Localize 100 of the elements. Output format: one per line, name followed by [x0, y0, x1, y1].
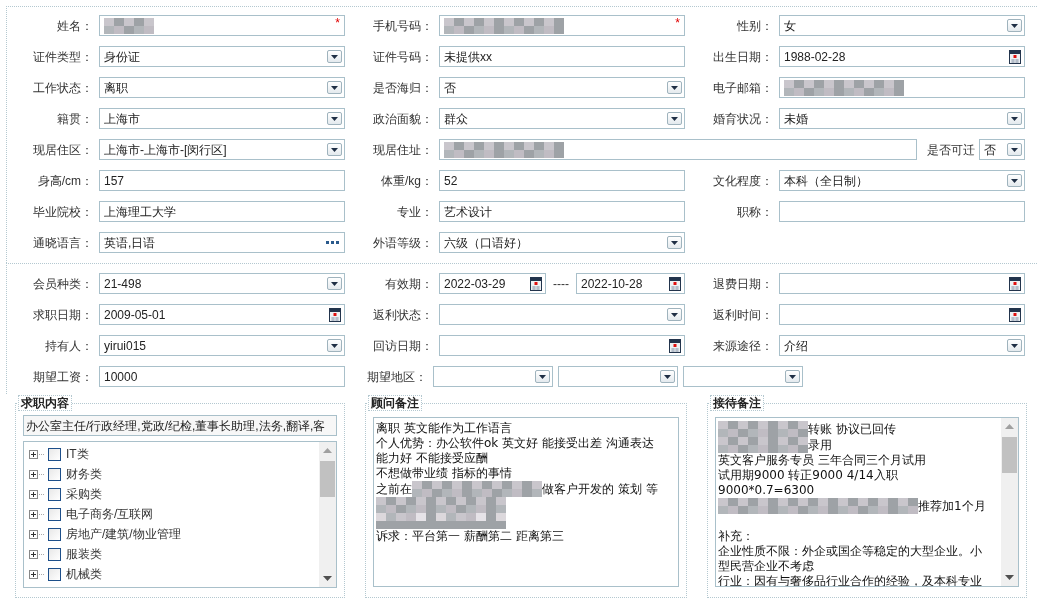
checkbox[interactable]: [48, 527, 61, 541]
dropdown-button[interactable]: [327, 50, 342, 63]
expand-icon[interactable]: [29, 529, 44, 539]
dropdown-button[interactable]: [327, 339, 342, 352]
select-field[interactable]: [439, 304, 685, 325]
select-field[interactable]: 离职: [99, 77, 345, 98]
text-field[interactable]: 未提供xx: [439, 46, 685, 67]
note-text: 不想做带业绩 指标的事情: [376, 466, 512, 481]
date-field[interactable]: [439, 335, 685, 356]
checkbox[interactable]: [48, 487, 61, 501]
scroll-down-icon[interactable]: [1005, 575, 1014, 580]
text-field[interactable]: *: [439, 15, 685, 36]
select-field[interactable]: 未婚: [779, 108, 1025, 129]
date-field[interactable]: 2022-03-29: [439, 273, 546, 294]
tree-item-label[interactable]: 采购类: [66, 485, 102, 503]
calendar-icon[interactable]: [669, 276, 681, 291]
note-text: 个人优势：办公软件ok 英文好 能接受出差 沟通表达: [376, 436, 654, 451]
checkbox[interactable]: [48, 467, 61, 481]
select-field[interactable]: 女: [779, 15, 1025, 36]
dropdown-button[interactable]: [1007, 112, 1022, 125]
date-field[interactable]: 2009-05-01: [99, 304, 345, 325]
notes-textarea[interactable]: 离职 英文能作为工作语言 个人优势：办公软件ok 英文好 能接受出差 沟通表达 能力好 不能接受应酬 不想做带业绩 指标的事情 之前在 做客户开发的 策划 等 诉求：平台第一 薪酬第二 距离第三: [373, 417, 679, 587]
text-field[interactable]: 上海理工大学: [99, 201, 345, 222]
scrollbar[interactable]: [1001, 418, 1018, 586]
expand-icon[interactable]: [29, 449, 44, 459]
select-field[interactable]: 21-498: [99, 273, 345, 294]
date-field[interactable]: [779, 273, 1025, 294]
scroll-thumb[interactable]: [320, 461, 335, 497]
scrollbar[interactable]: [319, 442, 336, 587]
checkbox[interactable]: [48, 547, 61, 561]
select-field[interactable]: 身份证: [99, 46, 345, 67]
select-field[interactable]: 否: [439, 77, 685, 98]
dropdown-button[interactable]: [1007, 174, 1022, 187]
dropdown-button[interactable]: [535, 370, 550, 383]
text-field[interactable]: [779, 201, 1025, 222]
dropdown-button[interactable]: [1007, 19, 1022, 32]
dropdown-button[interactable]: [327, 143, 342, 156]
field-label: 毕业院校：: [32, 203, 94, 221]
checkbox[interactable]: [48, 567, 61, 581]
dropdown-button[interactable]: [660, 370, 675, 383]
text-field[interactable]: *: [99, 15, 345, 36]
expand-icon[interactable]: [29, 549, 44, 559]
caret-icon: [539, 374, 546, 379]
dropdown-button[interactable]: [667, 308, 682, 321]
expand-icon[interactable]: [29, 489, 44, 499]
date-field[interactable]: [779, 304, 1025, 325]
select-field[interactable]: 群众: [439, 108, 685, 129]
caret-icon: [1011, 147, 1018, 152]
date-field[interactable]: 2022-10-28: [576, 273, 685, 294]
tree-item-label[interactable]: 房地产/建筑/物业管理: [66, 525, 181, 543]
text-field[interactable]: [779, 77, 1025, 98]
text-field[interactable]: 艺术设计: [439, 201, 685, 222]
checkbox[interactable]: [48, 507, 61, 521]
ellipsis-button[interactable]: [326, 240, 340, 245]
expand-icon[interactable]: [29, 509, 44, 519]
date-field[interactable]: 1988-02-28: [779, 46, 1025, 67]
dropdown-button[interactable]: [327, 277, 342, 290]
tree-item-label[interactable]: 财务类: [66, 465, 102, 483]
select-field[interactable]: 六级（口语好）: [439, 232, 685, 253]
field-label: 通晓语言：: [32, 234, 94, 252]
selection-field[interactable]: 办公室主任/行政经理,党政/纪检,董事长助理,法务,翻译,客: [23, 415, 337, 436]
dropdown-button[interactable]: [327, 112, 342, 125]
text-field[interactable]: 157: [99, 170, 345, 191]
notes-textarea[interactable]: 转账 协议已回传 录用 英文客户服务专员 三年合同三个月试用 试用期9000 转正9000 4/14入职 9000*0.7=6300 推荐加1个月 补充： 企业性质不限：外企或国企等稳定的大型企业。小 型民营企业不考虑 行业：因有与奢侈品行业合作的经验，及本科专业: [715, 417, 1019, 587]
dropdown-button[interactable]: [667, 112, 682, 125]
text-field[interactable]: [439, 139, 917, 160]
tree-item-label[interactable]: 服装类: [66, 545, 102, 563]
dropdown-button[interactable]: [667, 236, 682, 249]
calendar-icon[interactable]: [329, 307, 341, 322]
select-field[interactable]: yirui015: [99, 335, 345, 356]
calendar-icon[interactable]: [1009, 276, 1021, 291]
dropdown-button[interactable]: [1007, 339, 1022, 352]
caret-icon: [331, 54, 338, 59]
expand-icon[interactable]: [29, 569, 44, 579]
dropdown-button[interactable]: [667, 81, 682, 94]
select-field[interactable]: 上海市-上海市-[闵行区]: [99, 139, 345, 160]
calendar-icon[interactable]: [669, 338, 681, 353]
dropdown-button[interactable]: [1007, 143, 1022, 156]
picker-field[interactable]: 英语,日语: [99, 232, 345, 253]
tree-item-label[interactable]: 电子商务/互联网: [66, 505, 154, 523]
select-field[interactable]: [558, 366, 678, 387]
select-field[interactable]: 否: [979, 139, 1025, 160]
select-field[interactable]: [683, 366, 803, 387]
scroll-thumb[interactable]: [1002, 437, 1017, 473]
dropdown-button[interactable]: [785, 370, 800, 383]
calendar-icon[interactable]: [530, 276, 542, 291]
calendar-icon[interactable]: [1009, 307, 1021, 322]
text-field[interactable]: 52: [439, 170, 685, 191]
tree-item-label[interactable]: 机械类: [66, 565, 102, 583]
select-field[interactable]: 介绍: [779, 335, 1025, 356]
scroll-down-icon[interactable]: [323, 576, 332, 581]
tree-item-label[interactable]: IT类: [66, 445, 89, 463]
calendar-icon[interactable]: [1009, 49, 1021, 64]
dropdown-button[interactable]: [327, 81, 342, 94]
select-field[interactable]: [433, 366, 553, 387]
expand-icon[interactable]: [29, 469, 44, 479]
checkbox[interactable]: [48, 447, 61, 461]
select-field[interactable]: 上海市: [99, 108, 345, 129]
select-field[interactable]: 本科（全日制）: [779, 170, 1025, 191]
text-field[interactable]: 10000: [99, 366, 345, 387]
